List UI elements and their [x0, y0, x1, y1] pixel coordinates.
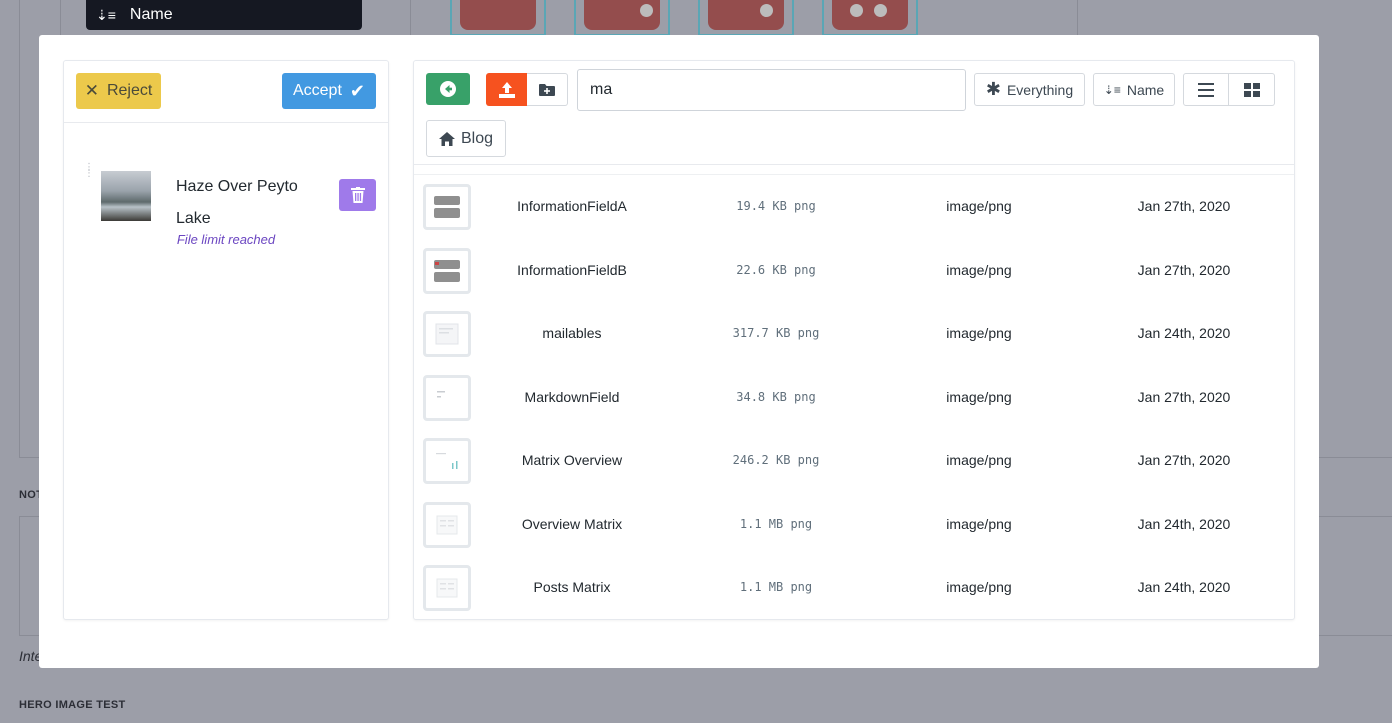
background-dice-tile — [450, 0, 546, 36]
file-thumbnail — [423, 184, 471, 230]
file-thumbnail — [423, 501, 471, 548]
file-date: Jan 24th, 2020 — [1137, 515, 1231, 532]
file-date: Jan 27th, 2020 — [1137, 261, 1231, 278]
file-row[interactable]: InformationFieldA 19.4 KB png image/png … — [414, 175, 1294, 239]
background-divider — [1077, 0, 1078, 40]
file-thumbnail — [423, 374, 471, 421]
background-dice-tile — [574, 0, 670, 36]
grid-view-button[interactable] — [1229, 73, 1275, 106]
accept-label: Accept — [292, 82, 342, 99]
file-date: Jan 24th, 2020 — [1137, 325, 1231, 341]
new-folder-button[interactable] — [527, 73, 568, 106]
close-icon: ✕ — [84, 81, 99, 100]
file-size: 1.1 MB png — [739, 580, 813, 594]
background-section-label: HERO IMAGE TEST — [19, 699, 126, 711]
file-name: MarkdownField — [524, 388, 620, 405]
file-thumbnail — [423, 438, 471, 484]
background-dice-tile — [822, 0, 918, 36]
file-size: 317.7 KB png — [732, 326, 820, 340]
browser-toolbar: ✱ Everything ⇣≡ Name — [414, 61, 1294, 165]
asterisk-icon: ✱ — [985, 79, 1001, 99]
file-list: InformationFieldA 19.4 KB png image/png … — [414, 174, 1294, 619]
sort-icon: ⇣≡ — [1103, 82, 1121, 97]
home-icon — [438, 131, 455, 146]
file-name: mailables — [542, 325, 602, 341]
trash-icon — [350, 187, 365, 203]
background-divider — [410, 0, 411, 40]
file-size: 34.8 KB png — [736, 389, 816, 404]
reject-button[interactable]: ✕ Reject — [76, 73, 161, 109]
asset-browser-modal: ✕ Reject Accept ✔ ⋮ ⋮ Haze Over Peyto Lak… — [39, 35, 1319, 668]
image-preview-icon — [434, 259, 460, 282]
arrow-left-circle-icon — [440, 81, 456, 97]
selected-assets-panel: ✕ Reject Accept ✔ ⋮ ⋮ Haze Over Peyto Lak… — [63, 60, 389, 620]
file-type: image/png — [946, 579, 1012, 595]
list-view-button[interactable] — [1183, 73, 1229, 106]
file-date: Jan 27th, 2020 — [1137, 452, 1231, 468]
folder-label: Blog — [460, 129, 494, 147]
file-type: image/png — [946, 198, 1012, 214]
file-row[interactable]: InformationFieldB 22.6 KB png image/png … — [414, 239, 1294, 303]
image-preview-icon — [436, 578, 458, 598]
reject-label: Reject — [106, 82, 153, 99]
file-name: Posts Matrix — [533, 579, 611, 595]
file-name: InformationFieldA — [517, 198, 627, 214]
sort-icon: ⇣≡ — [96, 6, 116, 23]
image-preview-icon — [436, 453, 458, 469]
file-type: image/png — [946, 452, 1012, 468]
file-size: 19.4 KB png — [736, 199, 816, 213]
file-type: image/png — [946, 325, 1012, 341]
file-row[interactable]: Overview Matrix 1.1 MB png image/png Jan… — [414, 493, 1294, 557]
image-preview-icon — [435, 323, 459, 345]
drag-handle-icon[interactable]: ⋮ ⋮ — [84, 163, 94, 179]
file-row[interactable]: mailables 317.7 KB png image/png Jan 24t… — [414, 302, 1294, 366]
list-icon — [1198, 82, 1214, 97]
file-name: Overview Matrix — [521, 515, 623, 532]
check-icon: ✔ — [349, 80, 365, 101]
file-row[interactable]: Posts Matrix 1.1 MB png image/png Jan 24… — [414, 556, 1294, 619]
remove-asset-button[interactable] — [339, 179, 376, 211]
file-date: Jan 27th, 2020 — [1137, 198, 1231, 214]
accept-button[interactable]: Accept ✔ — [282, 73, 376, 109]
file-size: 22.6 KB png — [736, 262, 816, 277]
back-button[interactable] — [426, 73, 470, 105]
file-type: image/png — [946, 261, 1012, 278]
asset-title: Haze Over Peyto Lake — [176, 178, 298, 227]
selected-asset-item: ⋮ ⋮ Haze Over Peyto Lake — [64, 145, 388, 227]
file-type: image/png — [946, 515, 1012, 532]
background-sort-bar: ⇣≡ Name — [86, 0, 362, 30]
image-preview-icon — [436, 515, 458, 534]
file-row[interactable]: MarkdownField 34.8 KB png image/png Jan … — [414, 366, 1294, 430]
file-name: Matrix Overview — [521, 452, 623, 468]
file-date: Jan 24th, 2020 — [1137, 579, 1231, 595]
file-thumbnail — [423, 565, 471, 611]
file-type: image/png — [946, 388, 1012, 405]
file-limit-message: File limit reached — [176, 232, 276, 247]
background-divider — [60, 0, 61, 40]
type-filter-button[interactable]: ✱ Everything — [974, 73, 1085, 106]
file-thumbnail — [423, 247, 471, 294]
upload-button[interactable] — [486, 73, 527, 106]
file-size: 1.1 MB png — [739, 516, 813, 531]
grid-icon — [1243, 82, 1260, 97]
sort-button[interactable]: ⇣≡ Name — [1093, 73, 1175, 106]
asset-browser-panel: ✱ Everything ⇣≡ Name — [413, 60, 1295, 620]
folder-plus-icon — [539, 83, 555, 96]
image-preview-icon — [437, 390, 445, 397]
file-row[interactable]: Matrix Overview 246.2 KB png image/png J… — [414, 429, 1294, 493]
file-date: Jan 27th, 2020 — [1137, 388, 1231, 405]
folder-breadcrumb-blog[interactable]: Blog — [426, 120, 506, 157]
file-thumbnail — [423, 311, 471, 357]
asset-thumbnail — [101, 171, 151, 221]
search-input[interactable] — [577, 69, 966, 111]
background-sort-label: Name — [129, 6, 173, 23]
file-size: 246.2 KB png — [732, 453, 820, 467]
sort-label: Name — [1126, 81, 1165, 98]
background-dice-tile — [698, 0, 794, 36]
selection-actions: ✕ Reject Accept ✔ — [64, 61, 388, 123]
type-filter-label: Everything — [1006, 81, 1074, 98]
file-name: InformationFieldB — [517, 261, 627, 278]
image-preview-icon — [434, 196, 460, 218]
upload-icon — [498, 81, 515, 98]
